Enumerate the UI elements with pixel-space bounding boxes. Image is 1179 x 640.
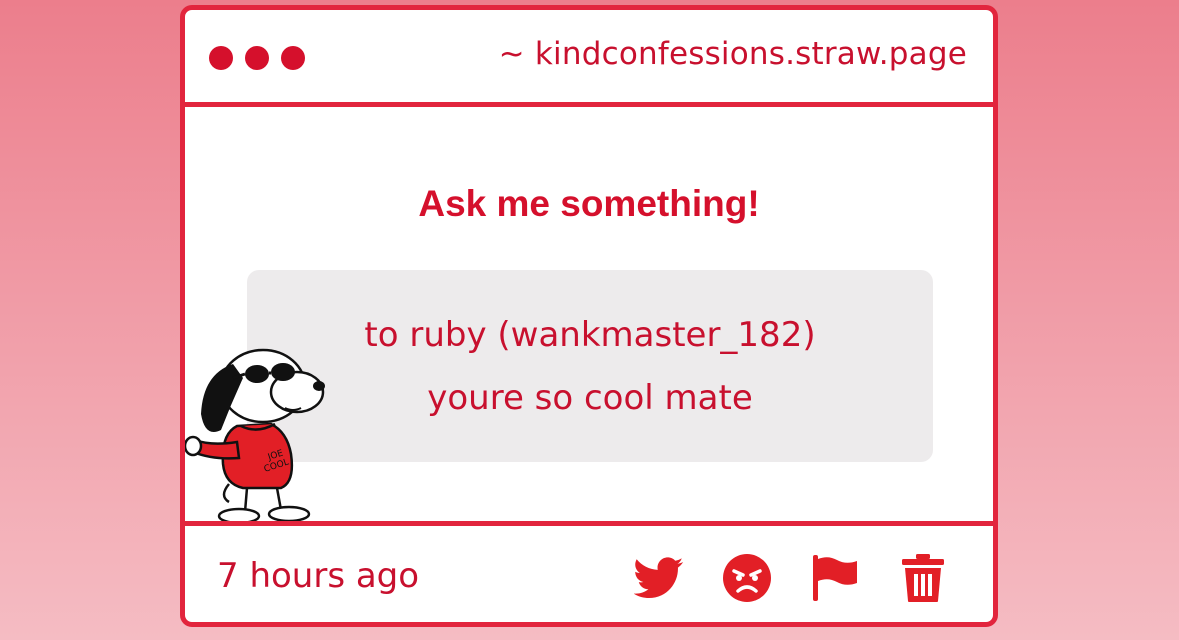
window-dot — [281, 46, 305, 70]
twitter-bird-icon — [634, 557, 684, 598]
card-footer: 7 hours ago — [185, 521, 993, 622]
window-dots — [209, 46, 305, 70]
confession-card: ~ kindconfessions.straw.page Ask me some… — [180, 5, 998, 627]
flag-icon — [813, 555, 857, 601]
report-button[interactable] — [809, 552, 861, 604]
react-angry-button[interactable] — [721, 552, 773, 604]
window-titlebar: ~ kindconfessions.straw.page — [185, 10, 993, 107]
card-content: Ask me something! to ruby (wankmaster_18… — [185, 107, 993, 524]
window-dot — [245, 46, 269, 70]
window-dot — [209, 46, 233, 70]
page-url: ~ kindconfessions.straw.page — [498, 36, 967, 72]
snoopy-joe-cool-sticker: JOE COOL — [185, 348, 325, 524]
delete-button[interactable] — [897, 552, 949, 604]
page-title: Ask me something! — [418, 183, 760, 224]
angry-face-icon — [723, 554, 771, 602]
message-line-1: to ruby (wankmaster_182) — [364, 315, 816, 355]
action-bar — [633, 552, 949, 604]
timestamp: 7 hours ago — [217, 556, 420, 596]
message-bubble: to ruby (wankmaster_182) youre so cool m… — [247, 270, 933, 462]
trash-icon — [902, 554, 944, 602]
message-line-2: youre so cool mate — [427, 378, 753, 418]
share-twitter-button[interactable] — [633, 552, 685, 604]
